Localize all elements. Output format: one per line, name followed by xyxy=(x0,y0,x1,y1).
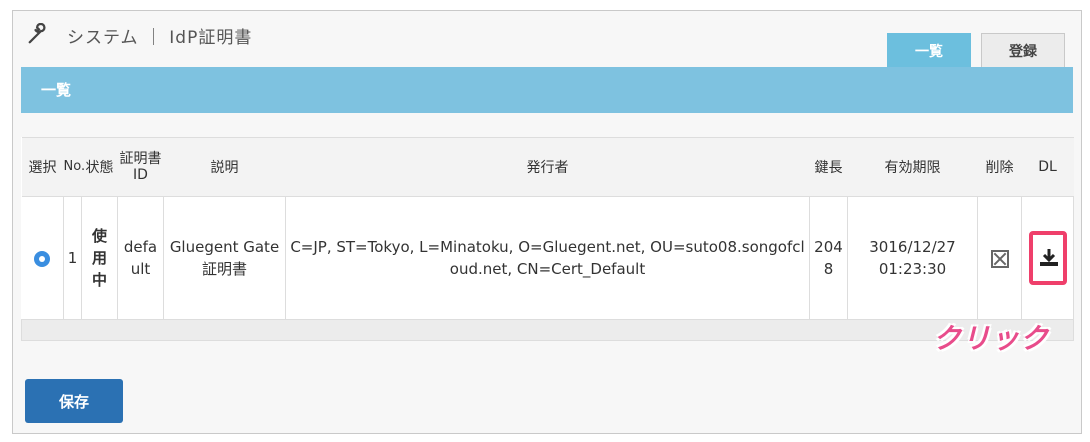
save-button[interactable]: 保存 xyxy=(25,379,123,423)
row-description: Gluegent Gate 証明書 xyxy=(163,196,286,320)
col-status: 状態 xyxy=(81,137,118,197)
col-select: 選択 xyxy=(21,137,64,197)
col-cert-id: 証明書ID xyxy=(117,137,164,197)
wrench-icon xyxy=(28,23,46,44)
table-header-row: 選択 No. 状態 証明書ID 説明 発行者 鍵長 有効期限 削除 DL xyxy=(21,137,1074,197)
select-cell xyxy=(21,196,64,320)
download-button[interactable] xyxy=(1028,231,1067,285)
row-cert-id: default xyxy=(117,196,164,320)
download-cell xyxy=(1021,196,1074,320)
col-no: No. xyxy=(63,137,85,197)
page-title: システム ｜ IdP証明書 xyxy=(67,28,253,48)
col-delete: 削除 xyxy=(977,137,1022,197)
col-issuer: 発行者 xyxy=(285,137,810,197)
table-footer-row xyxy=(21,319,1074,341)
row-expiry: 3016/12/27 01:23:30 xyxy=(847,196,978,320)
row-key-length: 2048 xyxy=(809,196,848,320)
delete-cell xyxy=(977,196,1022,320)
row-issuer: C=JP, ST=Tokyo, L=Minatoku, O=Gluegent.n… xyxy=(285,196,810,320)
tab-bar: 一覧 登録 xyxy=(887,33,1065,67)
col-expiry: 有効期限 xyxy=(847,137,978,197)
col-description: 説明 xyxy=(163,137,286,197)
table-row: 1 使用中 default Gluegent Gate 証明書 C=JP, ST… xyxy=(21,196,1074,320)
banner-label: 一覧 xyxy=(41,81,72,99)
certificate-table: 選択 No. 状態 証明書ID 説明 発行者 鍵長 有効期限 削除 DL 1 使… xyxy=(21,137,1074,341)
click-annotation: クリック xyxy=(933,322,1050,355)
main-frame: システム ｜ IdP証明書 一覧 登録 一覧 選択 No. 状態 証明書ID 説… xyxy=(12,10,1082,434)
download-icon xyxy=(1039,249,1058,266)
tab-list[interactable]: 一覧 xyxy=(887,33,971,67)
col-dl: DL xyxy=(1021,137,1074,197)
tab-register[interactable]: 登録 xyxy=(981,33,1065,67)
section-banner: 一覧 xyxy=(21,67,1073,113)
row-no: 1 xyxy=(63,196,82,320)
delete-icon[interactable] xyxy=(990,249,1009,268)
select-radio[interactable] xyxy=(34,250,51,267)
col-key-length: 鍵長 xyxy=(809,137,848,197)
header-bar: システム ｜ IdP証明書 一覧 登録 xyxy=(13,11,1081,67)
row-status: 使用中 xyxy=(81,196,118,320)
